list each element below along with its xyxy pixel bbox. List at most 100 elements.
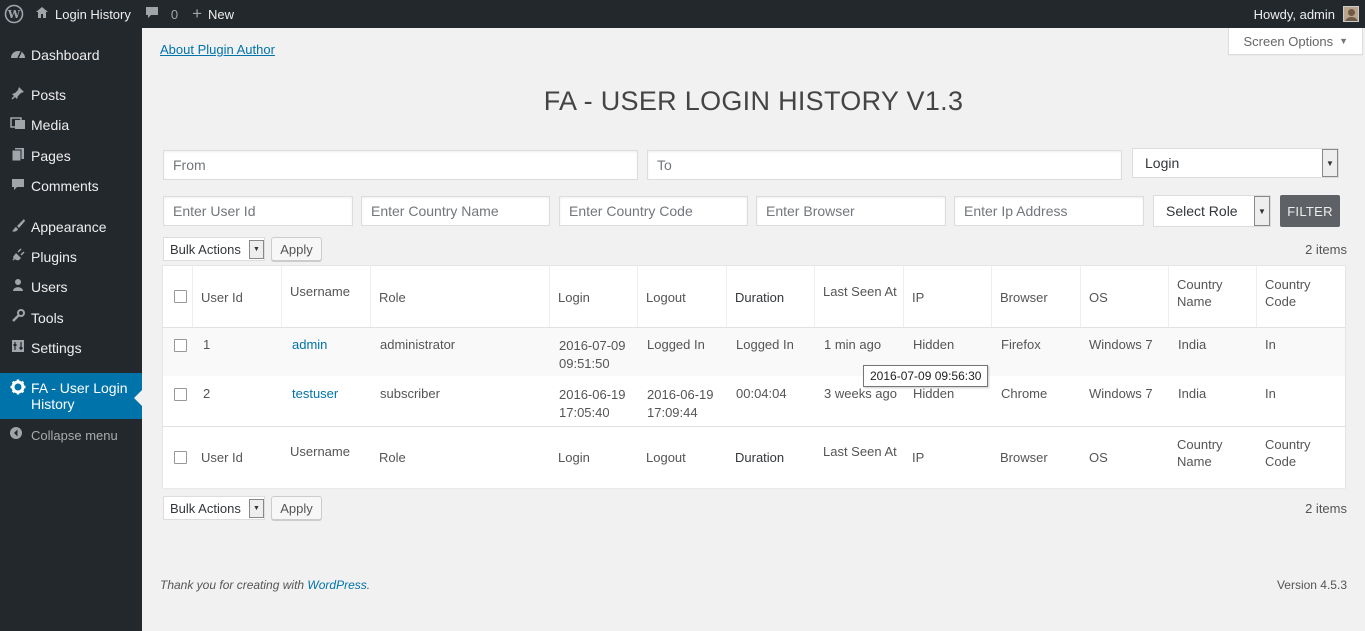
sidebar-item-label: Comments <box>31 178 99 194</box>
column-header-last-seen[interactable]: Last Seen At <box>814 444 897 459</box>
column-header-login[interactable]: Login <box>549 290 590 305</box>
howdy-label: Howdy, admin <box>1253 6 1335 22</box>
cell-os: Windows 7 <box>1089 386 1153 401</box>
from-date-input[interactable]: From <box>163 150 638 180</box>
column-header-username[interactable]: Username <box>281 284 350 299</box>
sidebar-item-appearance[interactable]: Appearance <box>0 212 142 242</box>
column-header-last-seen[interactable]: Last Seen At <box>814 284 897 299</box>
column-header-os[interactable]: OS <box>1080 450 1108 465</box>
site-name-link[interactable]: Login History <box>28 0 138 28</box>
column-header-text: Country <box>1177 277 1223 292</box>
cell-login: 2016-06-19 17:05:40 <box>550 386 626 422</box>
column-header-logout[interactable]: Logout <box>637 450 686 465</box>
cell-last-seen: 1 min ago <box>824 337 882 352</box>
column-header-username[interactable]: Username <box>281 444 350 459</box>
ip-address-input[interactable]: Enter Ip Address <box>954 196 1144 226</box>
wordpress-logo-icon[interactable]: W <box>0 0 28 28</box>
column-header-browser[interactable]: Browser <box>991 290 1048 305</box>
username-link[interactable]: testuser <box>292 386 338 401</box>
collapse-menu-button[interactable]: Collapse menu <box>0 424 142 446</box>
bulk-actions-select[interactable]: Bulk Actions ▼ <box>163 237 265 261</box>
column-header-duration: Duration <box>735 450 785 465</box>
comments-link[interactable]: 0 <box>138 0 185 28</box>
plus-icon: + <box>192 4 203 23</box>
cell-ip: Hidden <box>913 386 955 401</box>
new-content-link[interactable]: + New <box>185 0 241 28</box>
triangle-down-icon: ▼ <box>1339 36 1348 46</box>
sidebar-item-label: Media <box>31 117 70 133</box>
plugin-icon <box>0 248 30 266</box>
sidebar-item-label: Pages <box>31 148 71 164</box>
home-icon <box>35 6 49 22</box>
cell-duration: Logged In <box>736 337 794 352</box>
sidebar-item-comments[interactable]: Comments <box>0 171 142 201</box>
filter-button[interactable]: FILTER <box>1280 195 1340 227</box>
comments-icon <box>0 178 30 195</box>
bulk-actions-select-bottom[interactable]: Bulk Actions ▼ <box>163 496 265 520</box>
apply-button[interactable]: Apply <box>271 237 322 261</box>
cell-browser: Firefox <box>1001 337 1041 352</box>
login-time: 09:51:50 <box>559 356 610 371</box>
country-name-input[interactable]: Enter Country Name <box>361 196 550 226</box>
column-header-ip[interactable]: IP <box>903 290 924 305</box>
dashboard-icon <box>0 46 30 64</box>
sidebar-item-posts[interactable]: Posts <box>0 80 142 110</box>
country-code-input[interactable]: Enter Country Code <box>559 196 748 226</box>
sidebar-item-settings[interactable]: Settings <box>0 333 142 363</box>
sidebar-item-media[interactable]: Media <box>0 110 142 140</box>
role-select-value: Select Role <box>1166 203 1238 219</box>
admin-bar: W Login History 0 + New Howdy, admin <box>0 0 1365 28</box>
sidebar-item-users[interactable]: Users <box>0 272 142 302</box>
row-checkbox[interactable] <box>174 388 187 401</box>
login-type-select[interactable]: Login ▼ <box>1132 148 1339 178</box>
sidebar-item-fa-user-login-history[interactable]: FA - User Login History <box>0 373 142 419</box>
column-header-user-id[interactable]: User Id <box>192 290 243 305</box>
column-header-text: Country <box>1177 437 1223 452</box>
screen-options-button[interactable]: Screen Options ▼ <box>1228 28 1363 55</box>
column-header-country-name[interactable]: Country Name <box>1168 276 1223 310</box>
browser-input[interactable]: Enter Browser <box>756 196 946 226</box>
column-header-login[interactable]: Login <box>549 450 590 465</box>
column-header-role[interactable]: Role <box>370 450 406 465</box>
svg-text:W: W <box>7 8 21 21</box>
column-header-logout[interactable]: Logout <box>637 290 686 305</box>
column-header-text: Name <box>1177 454 1212 469</box>
users-icon <box>0 278 30 296</box>
column-header-user-id[interactable]: User Id <box>192 450 243 465</box>
column-header-country-code[interactable]: Country Code <box>1256 436 1311 470</box>
apply-button-bottom[interactable]: Apply <box>271 496 322 520</box>
cell-logout: Logged In <box>647 337 705 352</box>
column-header-ip[interactable]: IP <box>903 450 924 465</box>
sidebar-item-dashboard[interactable]: Dashboard <box>0 40 142 70</box>
select-all-checkbox[interactable] <box>174 290 187 303</box>
admin-menu: Dashboard Posts Media Pages Comments App… <box>0 28 142 631</box>
sidebar-item-plugins[interactable]: Plugins <box>0 242 142 272</box>
cell-duration: 00:04:04 <box>736 386 787 401</box>
my-account-link[interactable]: Howdy, admin <box>1247 0 1365 28</box>
main-content: About Plugin Author Screen Options ▼ FA … <box>142 28 1365 631</box>
username-link[interactable]: admin <box>292 337 327 352</box>
column-header-browser[interactable]: Browser <box>991 450 1048 465</box>
footer-thanks: Thank you for creating with WordPress. <box>160 578 370 592</box>
items-count-bottom: 2 items <box>1305 501 1347 516</box>
new-label: New <box>208 6 235 22</box>
user-id-input[interactable]: Enter User Id <box>163 196 353 226</box>
column-header-country-code[interactable]: Country Code <box>1256 276 1311 310</box>
role-select[interactable]: Select Role ▼ <box>1153 195 1271 227</box>
sidebar-item-pages[interactable]: Pages <box>0 141 142 171</box>
select-all-checkbox[interactable] <box>174 451 187 464</box>
wordpress-link[interactable]: WordPress <box>307 578 366 592</box>
table-row: 2 testuser subscriber 2016-06-19 17:05:4… <box>163 376 1345 426</box>
cell-role: subscriber <box>380 386 440 401</box>
to-date-input[interactable]: To <box>647 150 1122 180</box>
sidebar-item-label: Appearance <box>31 219 107 235</box>
column-header-role[interactable]: Role <box>370 290 406 305</box>
row-checkbox[interactable] <box>174 339 187 352</box>
cell-browser: Chrome <box>1001 386 1048 401</box>
about-plugin-author-link[interactable]: About Plugin Author <box>160 42 275 57</box>
column-header-country-name[interactable]: Country Name <box>1168 436 1223 470</box>
sidebar-item-tools[interactable]: Tools <box>0 303 142 333</box>
last-seen-tooltip: 2016-07-09 09:56:30 <box>863 365 989 387</box>
column-header-os[interactable]: OS <box>1080 290 1108 305</box>
comments-count: 0 <box>170 6 179 22</box>
